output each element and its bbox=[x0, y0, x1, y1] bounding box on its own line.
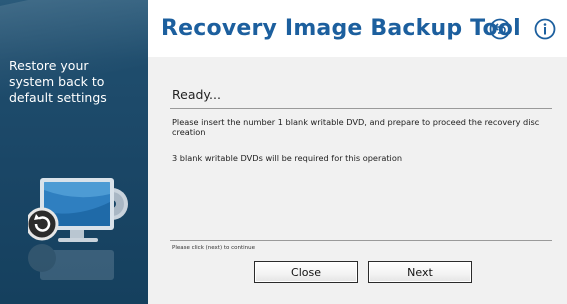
header-bar: Recovery Image Backup Tool bbox=[148, 0, 567, 57]
sidebar-caption-line-2: system back to bbox=[9, 74, 105, 89]
divider-top bbox=[170, 108, 552, 109]
info-icon[interactable] bbox=[534, 18, 556, 40]
sidebar-caption-line-1: Restore your bbox=[9, 58, 89, 73]
requirement-message: 3 blank writable DVDs will be required f… bbox=[172, 153, 403, 163]
sidebar-caption: Restore your system back to default sett… bbox=[9, 58, 144, 106]
sidebar-panel: Restore your system back to default sett… bbox=[0, 0, 148, 304]
back-arrow-icon[interactable] bbox=[489, 18, 511, 40]
status-text: Ready... bbox=[172, 87, 221, 102]
sidebar-caption-line-3: default settings bbox=[9, 90, 107, 105]
next-button[interactable]: Next bbox=[368, 261, 472, 283]
divider-bottom bbox=[170, 240, 552, 241]
close-button[interactable]: Close bbox=[254, 261, 358, 283]
main-content-panel: Ready... Please insert the number 1 blan… bbox=[148, 57, 567, 304]
app-title: Recovery Image Backup Tool bbox=[161, 16, 521, 41]
restore-icon bbox=[28, 207, 59, 241]
computer-restore-illustration bbox=[28, 178, 128, 280]
instruction-message: Please insert the number 1 blank writabl… bbox=[172, 117, 540, 137]
reflection-graphic bbox=[28, 244, 114, 280]
continue-hint: Please click (next) to continue bbox=[172, 245, 256, 251]
